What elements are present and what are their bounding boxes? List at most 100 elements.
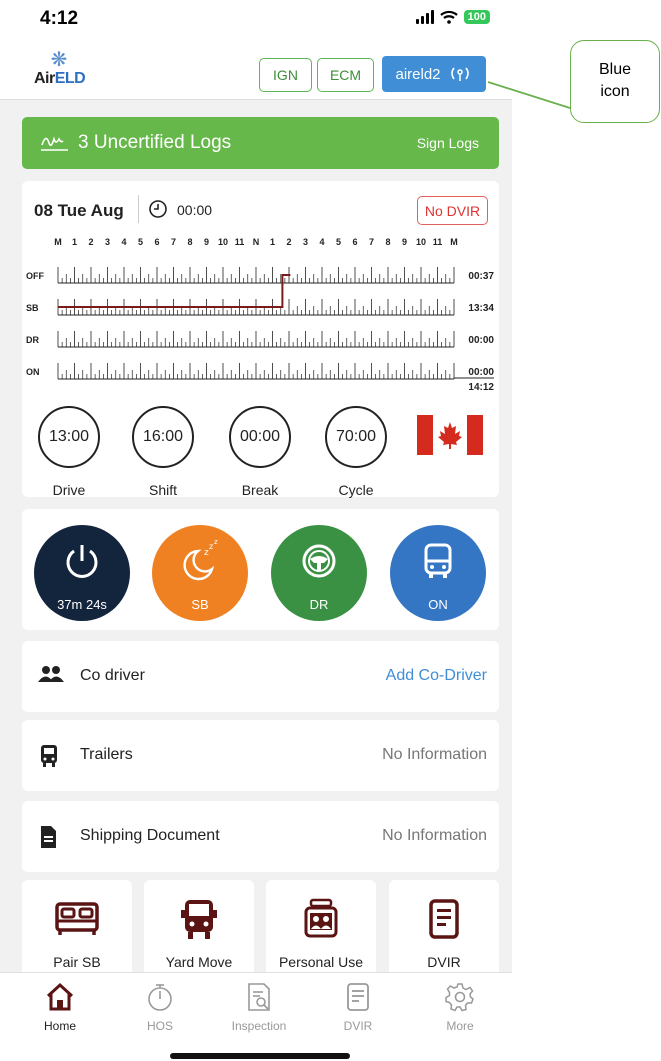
tab-dvir[interactable]: DVIR <box>318 981 398 1033</box>
hour-label: 5 <box>138 237 143 247</box>
bed-icon <box>55 902 99 935</box>
status-row-label: DR <box>26 335 39 345</box>
hour-label: 3 <box>303 237 308 247</box>
dvir-icon <box>347 983 369 1011</box>
power-icon <box>66 545 98 578</box>
grand-total: 14:12 <box>468 382 494 391</box>
hour-label: 9 <box>204 237 209 247</box>
tab-inspection[interactable]: Inspection <box>219 981 299 1033</box>
hour-label: 10 <box>218 237 228 247</box>
off-duty-timer: 37m 24s <box>57 597 107 612</box>
canada-flag-icon[interactable] <box>417 415 483 455</box>
shift-timer-value: 16:00 <box>132 406 194 468</box>
hour-label: 7 <box>369 237 374 247</box>
shipping-document-row[interactable]: Shipping Document No Information <box>22 801 499 872</box>
hour-label: 9 <box>402 237 407 247</box>
off-duty-button[interactable]: 37m 24s <box>34 525 130 621</box>
status-row-label: OFF <box>26 271 44 281</box>
add-co-driver-link[interactable]: Add Co-Driver <box>386 667 487 685</box>
personal-use-button[interactable]: Personal Use <box>266 880 376 980</box>
callout-box: Blue icon <box>570 40 660 123</box>
break-timer-value: 00:00 <box>229 406 291 468</box>
tab-home[interactable]: Home <box>20 981 100 1033</box>
truck-icon <box>41 745 57 767</box>
gear-icon <box>445 983 474 1012</box>
trailers-row[interactable]: Trailers No Information <box>22 720 499 791</box>
tab-hos-label: HOS <box>146 1019 173 1033</box>
svg-text:z: z <box>209 542 213 551</box>
tab-hos[interactable]: HOS <box>120 981 200 1033</box>
tab-dvir-label: DVIR <box>343 1019 373 1033</box>
callout-pointer <box>487 81 571 109</box>
break-timer-label: Break <box>241 482 279 498</box>
hour-label: 11 <box>235 237 245 247</box>
tab-home-label: Home <box>43 1019 76 1033</box>
co-driver-row[interactable]: Co driver Add Co-Driver <box>22 641 499 712</box>
log-time: 00:00 <box>177 202 213 218</box>
clock-icon <box>149 200 167 218</box>
pair-sb-button[interactable]: Pair SB <box>22 880 132 980</box>
personal-use-label: Personal Use <box>278 954 364 970</box>
home-indicator <box>170 1053 350 1059</box>
hour-label: 1 <box>72 237 77 247</box>
bottom-tab-bar: Home HOS Inspection DVIR More <box>0 972 512 1061</box>
drive-timer-value: 13:00 <box>38 406 100 468</box>
callout-line-1: Blue <box>598 61 632 78</box>
hour-label: 8 <box>385 237 390 247</box>
shipping-document-value: No Information <box>382 827 487 844</box>
on-duty-label: ON <box>428 597 448 612</box>
trailers-value: No Information <box>382 746 487 763</box>
dvir-quick-label: DVIR <box>427 954 461 970</box>
stopwatch-icon <box>148 984 172 1011</box>
co-driver-label: Co driver <box>80 667 145 684</box>
hour-label: N <box>253 237 260 247</box>
duty-status-line <box>58 274 291 308</box>
home-icon <box>46 982 74 1011</box>
hour-label: 6 <box>352 237 357 247</box>
truck-front-icon <box>181 900 217 939</box>
trailers-label: Trailers <box>80 746 133 763</box>
hour-label: 10 <box>416 237 426 247</box>
cycle-timer-label: Cycle <box>338 482 374 498</box>
no-dvir-badge[interactable]: No DVIR <box>417 196 488 225</box>
status-row-total: 00:37 <box>468 271 494 282</box>
on-duty-button[interactable]: ON <box>390 525 486 621</box>
hour-label: M <box>450 237 458 247</box>
cycle-timer-value: 70:00 <box>325 406 387 468</box>
sleep-moon-icon: z z z <box>183 539 218 581</box>
yard-move-label: Yard Move <box>165 954 233 970</box>
yard-move-button[interactable]: Yard Move <box>144 880 254 980</box>
tab-more-label: More <box>446 1019 474 1033</box>
driving-label: DR <box>309 597 329 612</box>
hour-label: 6 <box>154 237 159 247</box>
log-divider <box>138 195 139 223</box>
status-row-label: ON <box>26 367 40 377</box>
status-row-label: SB <box>26 303 39 313</box>
people-icon <box>38 666 64 682</box>
hour-label: 1 <box>270 237 275 247</box>
file-icon <box>41 826 56 848</box>
document-icon <box>429 899 459 939</box>
driving-button[interactable]: DR <box>271 525 367 621</box>
dvir-quick-button[interactable]: DVIR <box>389 880 499 980</box>
tab-more[interactable]: More <box>420 981 500 1033</box>
log-date: 08 Tue Aug <box>34 201 124 220</box>
tab-inspection-label: Inspection <box>231 1019 287 1033</box>
hour-label: 7 <box>171 237 176 247</box>
hos-timers: 13:00 Drive 16:00 Shift 00:00 Break 70:0… <box>22 406 499 498</box>
hour-label: 11 <box>433 237 443 247</box>
drive-timer-label: Drive <box>52 482 86 498</box>
callout-line-2: icon <box>600 83 630 100</box>
shipping-document-label: Shipping Document <box>80 827 220 844</box>
daily-log-card: 08 Tue Aug 00:00 No DVIR M 1 2 3 4 5 6 7 8 9 10 11 N… <box>22 181 499 498</box>
hour-label: 3 <box>105 237 110 247</box>
sleeper-berth-button[interactable]: z z z SB <box>152 525 248 621</box>
hour-label: 2 <box>88 237 93 247</box>
steering-wheel-icon <box>302 544 336 578</box>
duty-status-card: 37m 24s z z z SB DR ON <box>22 509 499 630</box>
pair-sb-label: Pair SB <box>53 954 101 970</box>
break-timer: 00:00 Break <box>225 406 295 498</box>
cycle-timer: 70:00 Cycle <box>321 406 391 498</box>
inspection-icon <box>248 983 270 1011</box>
hour-label: 4 <box>319 237 324 247</box>
